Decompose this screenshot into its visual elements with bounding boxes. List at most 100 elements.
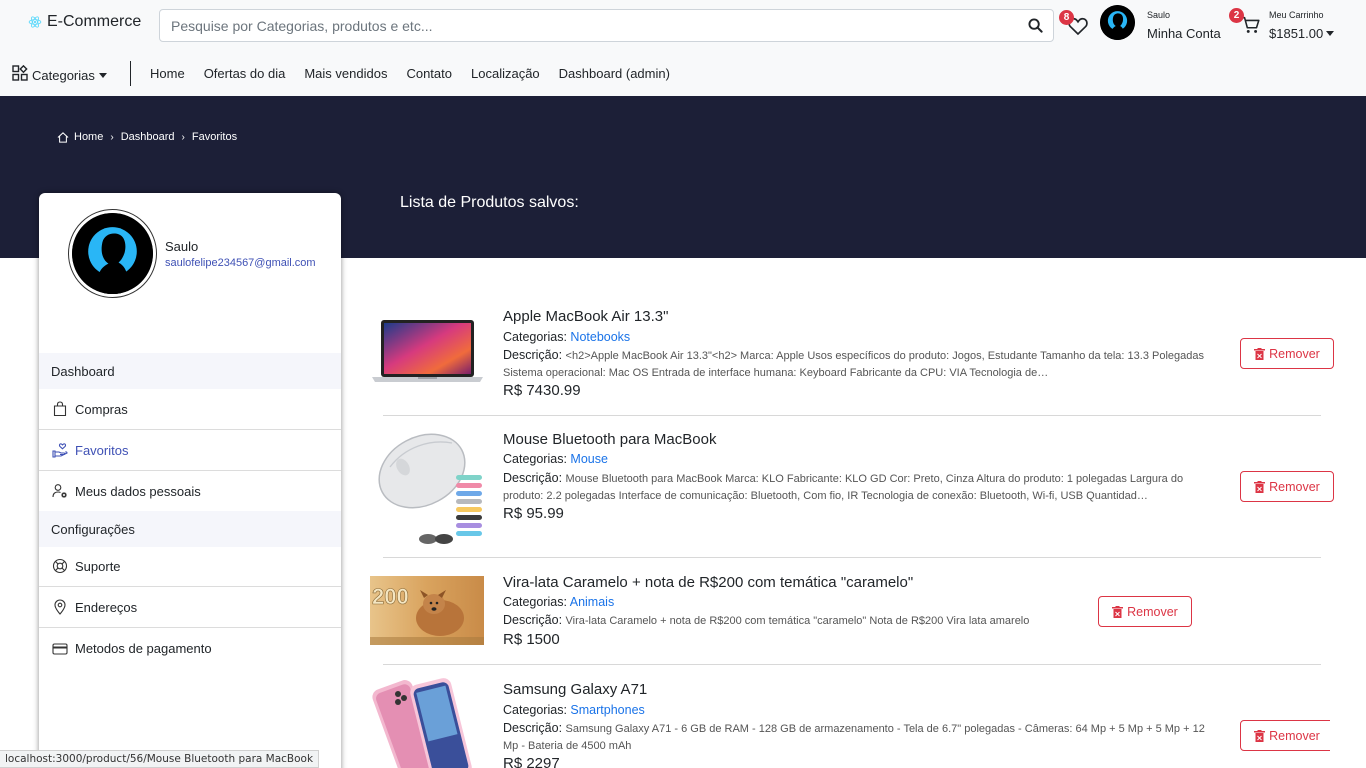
categories-label: Categorias (32, 68, 95, 83)
trash-icon (1254, 347, 1266, 360)
account-avatar[interactable] (1100, 5, 1135, 40)
favorite-product-item: Apple MacBook Air 13.3" Categorias: Note… (370, 300, 1334, 410)
category-link[interactable]: Animais (570, 595, 614, 609)
brand-name: E-Commerce (47, 13, 142, 30)
category-link[interactable]: Smartphones (570, 703, 644, 717)
top-header: E-Commerce 8 Saulo Minha Conta 2 Meu Car… (0, 0, 1366, 96)
category-link[interactable]: Notebooks (570, 330, 630, 344)
nav-link-dashboard-admin[interactable]: Dashboard (admin) (559, 66, 670, 81)
shopping-bag-icon (53, 401, 67, 417)
banknote-value: 200 (372, 584, 409, 609)
product-title[interactable]: Apple MacBook Air 13.3" (503, 308, 668, 325)
favorite-product-item: Mouse Bluetooth para MacBook Categorias:… (370, 425, 1334, 550)
description-label: Descrição: (503, 471, 563, 485)
remove-button[interactable]: Remover (1098, 596, 1192, 627)
description-label: Descrição: (503, 721, 563, 735)
breadcrumb-dashboard[interactable]: Dashboard (121, 131, 175, 143)
react-icon (28, 16, 42, 28)
grid-icon (12, 64, 28, 81)
description-text: Mouse Bluetooth para MacBook Marca: KLO … (503, 473, 1184, 502)
sidebar-item-label: Endereços (75, 599, 138, 615)
description-label: Descrição: (503, 348, 563, 362)
nav-link-ofertas[interactable]: Ofertas do dia (204, 66, 286, 81)
breadcrumb-favoritos: Favoritos (191, 131, 238, 143)
remove-button[interactable]: Remover (1240, 338, 1334, 369)
category-link[interactable]: Mouse (570, 452, 608, 466)
product-image-macbook[interactable] (370, 318, 485, 391)
product-description: Descrição: <h2>Apple MacBook Air 13.3"<h… (503, 347, 1223, 379)
remove-button[interactable]: Remover (1240, 471, 1334, 502)
description-label: Descrição: (503, 613, 563, 627)
nav-divider (130, 61, 131, 86)
categories-label: Categorias: (503, 703, 567, 717)
remove-label: Remover (1269, 479, 1320, 494)
sidebar-item-dados-pessoais[interactable]: Meus dados pessoais (39, 471, 341, 512)
sidebar-section-dashboard: Dashboard (39, 353, 341, 389)
product-description: Descrição: Mouse Bluetooth para MacBook … (503, 470, 1223, 502)
sidebar-item-compras[interactable]: Compras (39, 389, 341, 430)
my-account-link[interactable]: Minha Conta (1147, 26, 1221, 41)
cart-count-badge: 2 (1229, 8, 1244, 23)
nav-link-localizacao[interactable]: Localização (471, 66, 540, 81)
main-nav: Home Ofertas do dia Mais vendidos Contat… (150, 66, 689, 81)
nav-link-home[interactable]: Home (150, 66, 185, 81)
nav-link-contato[interactable]: Contato (406, 66, 452, 81)
product-price: R$ 2297 (503, 755, 560, 768)
sidebar-item-label: Favoritos (75, 442, 129, 458)
profile-name: Saulo (165, 239, 199, 254)
remove-label: Remover (1127, 604, 1178, 619)
sidebar-item-enderecos[interactable]: Endereços (39, 587, 341, 628)
description-text: <h2>Apple MacBook Air 13.3"<h2> Marca: A… (503, 350, 1204, 379)
breadcrumb: Home › Dashboard › Favoritos (57, 131, 237, 143)
cart-label: Meu Carrinho (1269, 10, 1324, 20)
product-image-banknote-dog[interactable]: 200 (370, 576, 484, 650)
divider (383, 415, 1321, 416)
nav-link-mais-vendidos[interactable]: Mais vendidos (304, 66, 387, 81)
sidebar-item-label: Meus dados pessoais (75, 483, 201, 499)
remove-button[interactable]: Remover (1240, 720, 1330, 751)
categories-label: Categorias: (503, 330, 567, 344)
browser-status-url: localhost:3000/product/56/Mouse Bluetoot… (0, 750, 320, 768)
hand-heart-icon (52, 443, 68, 458)
sidebar-item-label: Suporte (75, 558, 121, 574)
user-gear-icon (52, 484, 67, 498)
chevron-down-icon (1326, 31, 1335, 36)
chevron-right-icon: › (110, 131, 114, 143)
favorite-product-item: Samsung Galaxy A71 Categorias: Smartphon… (370, 674, 1330, 768)
sidebar-item-label: Compras (75, 401, 128, 417)
categories-dropdown[interactable]: Categorias (12, 62, 107, 83)
sidebar-item-pagamento[interactable]: Metodos de pagamento (39, 628, 341, 669)
credit-card-icon (52, 642, 68, 655)
trash-icon (1112, 605, 1124, 618)
cart-total: $1851.00 (1269, 26, 1324, 41)
search-icon[interactable] (1017, 10, 1053, 41)
product-price: R$ 1500 (503, 631, 560, 648)
description-text: Vira-lata Caramelo + nota de R$200 com t… (565, 615, 1030, 627)
divider (383, 557, 1321, 558)
sidebar-item-favoritos[interactable]: Favoritos (39, 430, 341, 471)
product-category: Categorias: Animais (503, 595, 614, 609)
favorites-count-badge: 8 (1059, 10, 1074, 25)
product-title[interactable]: Mouse Bluetooth para MacBook (503, 431, 716, 448)
trash-icon (1254, 729, 1266, 742)
favorite-product-item: 200 Vira-lata Caramelo + nota de R$200 c… (370, 567, 1330, 657)
product-category: Categorias: Notebooks (503, 330, 630, 344)
categories-label: Categorias: (503, 452, 567, 466)
remove-label: Remover (1269, 346, 1320, 361)
brand-logo[interactable]: E-Commerce (28, 13, 141, 31)
breadcrumb-home[interactable]: Home (74, 131, 103, 143)
cart-total-dropdown[interactable]: $1851.00 (1269, 26, 1335, 41)
lifebuoy-icon (52, 558, 68, 574)
product-title[interactable]: Samsung Galaxy A71 (503, 681, 647, 698)
product-title[interactable]: Vira-lata Caramelo + nota de R$200 com t… (503, 574, 913, 591)
product-image-mouse[interactable] (370, 427, 485, 550)
product-category: Categorias: Smartphones (503, 703, 645, 717)
sidebar-card: Saulo saulofelipe234567@gmail.com Dashbo… (39, 193, 341, 768)
home-icon (57, 131, 69, 143)
profile-email: saulofelipe234567@gmail.com (165, 257, 316, 269)
product-description: Descrição: Samsung Galaxy A71 - 6 GB de … (503, 720, 1223, 752)
product-price: R$ 95.99 (503, 505, 564, 522)
search-input[interactable] (160, 10, 1017, 41)
sidebar-item-suporte[interactable]: Suporte (39, 546, 341, 587)
product-image-galaxy-a71[interactable] (370, 676, 485, 768)
